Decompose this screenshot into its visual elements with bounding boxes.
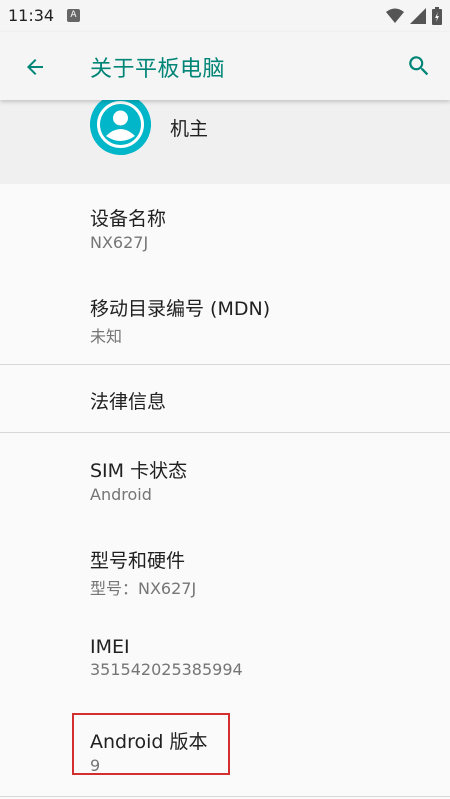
page-title: 关于平板电脑 (90, 57, 226, 82)
list-item-device-name[interactable]: 设备名称 NX627J (0, 204, 166, 252)
status-time: 11:34 (8, 6, 55, 25)
divider (0, 432, 450, 433)
notification-icon: A (67, 9, 80, 22)
list-item-mdn[interactable]: 移动目录编号 (MDN) 未知 (0, 294, 270, 347)
item-title: 型号和硬件 (90, 550, 186, 572)
search-icon (409, 56, 429, 76)
item-subtitle: 351542025385994 (90, 660, 243, 679)
owner-row[interactable]: 机主 (0, 94, 450, 184)
wifi-icon (386, 8, 404, 23)
battery-icon (432, 7, 442, 25)
item-title: 移动目录编号 (MDN) (90, 298, 271, 320)
list-item-sim-status[interactable]: SIM 卡状态 Android (0, 456, 187, 504)
item-title: IMEI (90, 636, 130, 658)
arrow-back-icon (27, 59, 43, 75)
status-icons (386, 7, 442, 25)
avatar (90, 94, 151, 155)
item-subtitle: 型号：NX627J (90, 579, 197, 598)
item-title: SIM 卡状态 (90, 460, 188, 482)
list-item-imei[interactable]: IMEI 351542025385994 (0, 636, 243, 679)
person-icon (90, 94, 151, 155)
item-title: 设备名称 (90, 208, 167, 230)
item-subtitle: Android (90, 485, 152, 504)
search-button[interactable] (404, 51, 434, 81)
divider (0, 364, 450, 365)
highlight-box (72, 713, 230, 775)
list-item-model[interactable]: 型号和硬件 型号：NX627J (0, 546, 196, 599)
list-item-legal[interactable]: 法律信息 (0, 387, 166, 414)
owner-name: 机主 (170, 118, 209, 140)
back-button[interactable] (20, 52, 50, 82)
item-title: 法律信息 (90, 391, 167, 413)
signal-icon (410, 8, 426, 24)
app-bar: 关于平板电脑 (0, 32, 450, 100)
status-bar: 11:34 A (0, 0, 450, 32)
item-subtitle: NX627J (90, 233, 149, 252)
item-subtitle: 未知 (90, 327, 123, 346)
divider (0, 796, 450, 797)
